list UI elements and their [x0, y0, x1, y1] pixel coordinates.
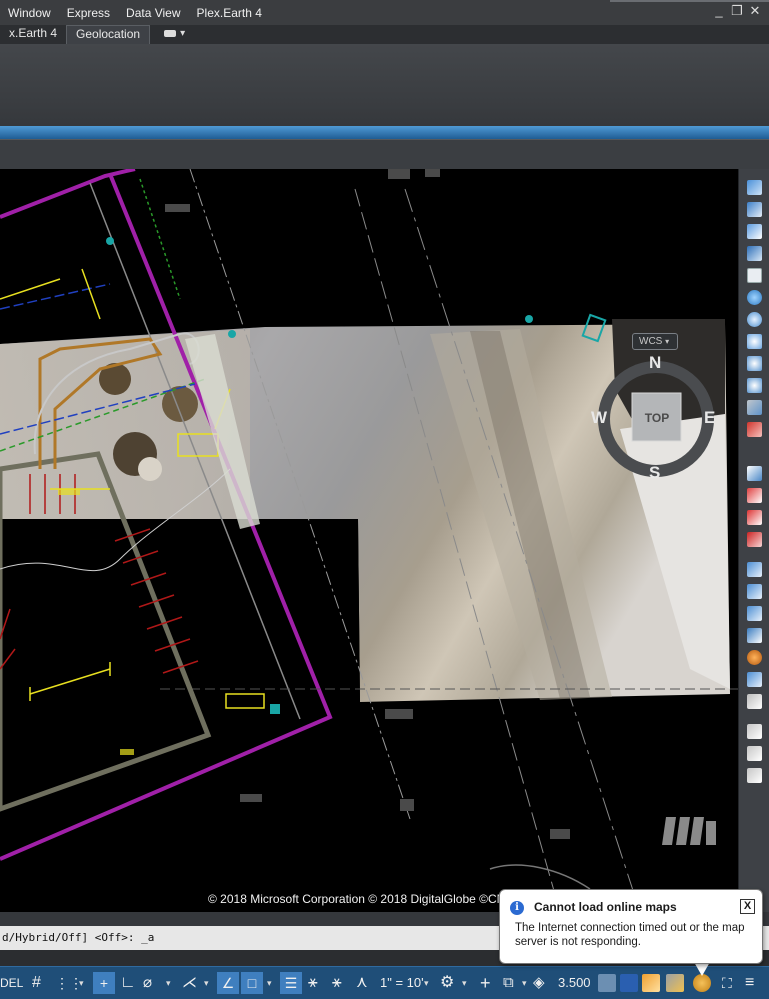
tool-trim-icon[interactable] — [746, 583, 763, 600]
model-tab[interactable]: DEL — [0, 972, 23, 994]
chevron-down-icon[interactable]: ▾ — [424, 972, 429, 994]
annotation-monitor-value[interactable]: 3.500 — [558, 972, 591, 994]
view-cube[interactable]: N S E W TOP — [590, 353, 726, 489]
notification-icon[interactable] — [693, 974, 711, 992]
annotation-scale-icon[interactable]: ⋏ — [356, 972, 368, 994]
quick-properties-icon[interactable]: ⧉ — [503, 972, 514, 994]
ortho-icon[interactable]: ∟ — [120, 972, 136, 994]
tool-mark-icon[interactable] — [746, 421, 763, 438]
compass-west[interactable]: W — [591, 408, 607, 428]
chevron-down-icon[interactable]: ▾ — [462, 972, 467, 994]
customization-menu-icon[interactable]: ≡ — [745, 972, 754, 994]
compass-north[interactable]: N — [649, 353, 661, 373]
tool-globe-icon[interactable] — [746, 289, 763, 306]
object-snap-tracking-icon[interactable]: ∠ — [217, 972, 239, 994]
tool-scale-icon[interactable] — [746, 531, 763, 548]
chevron-down-icon[interactable]: ▾ — [204, 972, 209, 994]
tool-extend-icon[interactable] — [746, 605, 763, 622]
isodraft-icon[interactable]: ⋌ — [182, 972, 197, 994]
tool-polygon-icon[interactable] — [746, 223, 763, 240]
polar-tracking-icon[interactable]: ⌀ — [143, 972, 152, 994]
tool-move-icon[interactable] — [746, 487, 763, 504]
tab-plex-earth[interactable]: x.Earth 4 — [0, 25, 66, 44]
menu-item-window[interactable]: Window — [0, 6, 59, 20]
status-bar: DEL # ⋮⋮ ▾ + ∟ ⌀ ▾ ⋌ ▾ ∠ □ ▾ ☰ ⚹ ⚹ ⋏ 1" … — [0, 966, 769, 999]
auto-scale-icon[interactable]: ⚹ — [332, 972, 342, 994]
notification-balloon: i Cannot load online maps X The Internet… — [499, 889, 763, 964]
minimize-icon[interactable]: _ — [713, 3, 725, 19]
drawing-canvas[interactable]: N S E W TOP — [0, 169, 738, 912]
drawing-graphics — [0, 169, 738, 912]
tool-snap-icon[interactable] — [746, 377, 763, 394]
ribbon-panel — [0, 44, 769, 126]
ribbon-panel-bar — [0, 126, 769, 139]
file-tabs-bar — [0, 139, 769, 169]
menu-item-plex-earth[interactable]: Plex.Earth 4 — [189, 6, 270, 20]
chevron-down-icon[interactable]: ▾ — [166, 972, 171, 994]
tool-rotate-icon[interactable] — [746, 509, 763, 526]
ucs-menu[interactable]: WCS ▾ — [632, 333, 678, 350]
ribbon-options-dropdown[interactable]: ▾ — [164, 25, 185, 44]
hardware-acceleration-icon[interactable] — [642, 974, 660, 992]
menu-item-data-view[interactable]: Data View — [118, 6, 188, 20]
tool-page-icon[interactable] — [746, 267, 763, 284]
grid-icon[interactable]: # — [32, 972, 41, 994]
ucs-label: WCS — [639, 336, 663, 347]
annotation-scale-value[interactable]: 1" = 10' — [380, 972, 424, 994]
fullscreen-icon[interactable]: ⛶ — [722, 972, 732, 994]
close-notification-button[interactable]: X — [740, 899, 755, 914]
notification-tail — [694, 962, 710, 976]
tool-copy-icon[interactable] — [746, 723, 763, 740]
tool-offset-icon[interactable] — [746, 627, 763, 644]
clean-screen-icon[interactable] — [666, 974, 684, 992]
tool-polyline-icon[interactable] — [746, 201, 763, 218]
object-snap-icon[interactable]: □ — [241, 972, 263, 994]
info-icon: i — [510, 901, 524, 915]
notification-title: Cannot load online maps — [534, 900, 677, 914]
tool-line-icon[interactable] — [746, 179, 763, 196]
menu-bar: Window Express Data View Plex.Earth 4 _ … — [0, 0, 769, 25]
chevron-down-icon: ▾ — [665, 337, 670, 346]
annotation-visibility-icon[interactable]: ⚹ — [308, 972, 318, 994]
map-attribution: © 2018 Microsoft Corporation © 2018 Digi… — [208, 892, 506, 906]
chevron-down-icon[interactable]: ▾ — [522, 972, 527, 994]
restore-icon[interactable]: ❐ — [731, 3, 743, 19]
infer-constraints-icon[interactable]: + — [93, 972, 115, 994]
isolate-objects-icon[interactable] — [620, 974, 638, 992]
tool-arc-icon[interactable] — [746, 245, 763, 262]
viewcube-top-face[interactable]: TOP — [635, 411, 679, 425]
tool-explode-icon[interactable] — [746, 671, 763, 688]
panel-toggle-icon — [164, 29, 177, 37]
chevron-down-icon[interactable]: ▾ — [79, 972, 84, 994]
window-frame-edge — [610, 0, 769, 2]
ribbon-tab-row: x.Earth 4 Geolocation ▾ — [0, 25, 769, 44]
notification-message: The Internet connection timed out or the… — [515, 922, 745, 948]
add-icon[interactable]: + — [480, 972, 491, 994]
tool-measure-icon[interactable] — [746, 399, 763, 416]
tab-geolocation[interactable]: Geolocation — [66, 25, 151, 44]
workspace-icon[interactable]: ◈ — [533, 972, 545, 994]
compass-east[interactable]: E — [704, 408, 715, 428]
compass-south[interactable]: S — [649, 463, 660, 483]
gear-icon[interactable]: ⚙ — [440, 972, 454, 994]
tool-node-icon[interactable] — [746, 355, 763, 372]
tool-edit-icon[interactable] — [746, 693, 763, 710]
tool-fillet-icon[interactable] — [746, 649, 763, 666]
vertical-toolbar — [738, 169, 769, 912]
close-icon[interactable]: ✕ — [749, 3, 761, 19]
tool-select-icon[interactable] — [746, 465, 763, 482]
chevron-down-icon[interactable]: ▾ — [267, 972, 272, 994]
window-controls: _ ❐ ✕ — [713, 3, 761, 19]
tool-earth-icon[interactable] — [746, 311, 763, 328]
tool-array-icon[interactable] — [746, 767, 763, 784]
units-icon[interactable] — [598, 974, 616, 992]
tool-mirror-icon[interactable] — [746, 745, 763, 762]
tool-point-icon[interactable] — [746, 333, 763, 350]
lineweight-icon[interactable]: ☰ — [280, 972, 302, 994]
tool-stretch-icon[interactable] — [746, 561, 763, 578]
menu-item-express[interactable]: Express — [59, 6, 118, 20]
chevron-down-icon: ▾ — [180, 28, 186, 39]
